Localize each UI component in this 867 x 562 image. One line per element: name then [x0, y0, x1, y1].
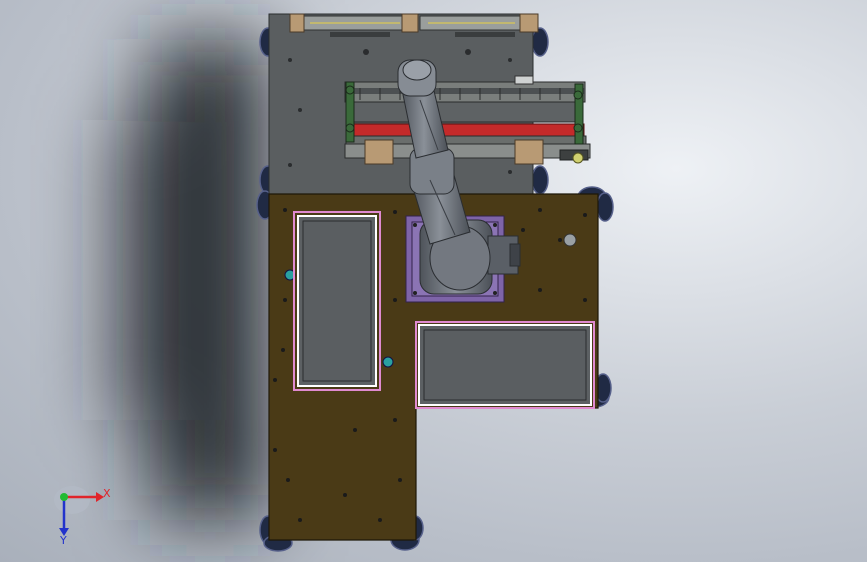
sensor-knob [563, 233, 577, 247]
triad-origin [60, 493, 68, 501]
caster-wheel [596, 192, 614, 222]
tray-left[interactable] [293, 211, 381, 391]
teal-sensor [382, 356, 394, 368]
y-axis-label: Y [59, 534, 67, 547]
caster-wheel [531, 165, 549, 195]
coordinate-triad: X Y [54, 486, 111, 547]
x-axis-label: X [103, 487, 111, 500]
model-shadow [110, 40, 270, 520]
machine-assembly[interactable] [256, 13, 614, 552]
conveyor-belt[interactable] [351, 123, 585, 137]
conveyor-module[interactable] [344, 75, 591, 165]
cad-viewport[interactable]: X Y [0, 0, 867, 562]
tray-right[interactable] [415, 321, 595, 409]
